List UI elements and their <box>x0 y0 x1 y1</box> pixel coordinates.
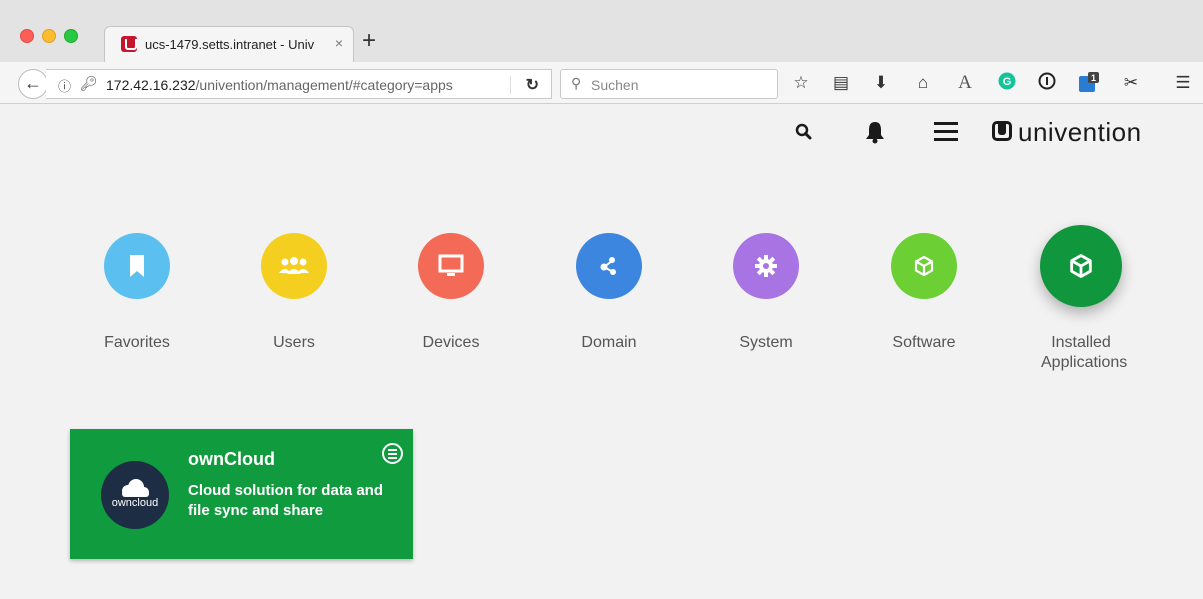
minimize-window-button[interactable] <box>42 29 56 43</box>
url-host: 172.42.16.232 <box>106 77 196 93</box>
univention-logo-mark-icon <box>992 121 1012 141</box>
grammarly-icon[interactable]: G <box>996 72 1018 96</box>
notifications-bell-icon[interactable] <box>864 120 886 144</box>
close-window-button[interactable] <box>20 29 34 43</box>
category-label: System <box>739 334 793 351</box>
maximize-window-button[interactable] <box>64 29 78 43</box>
category-label: Favorites <box>104 334 170 351</box>
reading-list-icon[interactable]: ▤ <box>830 72 852 94</box>
url-separator <box>510 76 511 94</box>
url-bar[interactable]: ⓘ 🔑︎ 172.42.16.232/univention/management… <box>46 69 552 99</box>
category-favorites[interactable]: Favorites <box>67 233 207 353</box>
cloud-icon <box>122 479 149 497</box>
category-label: Installed Applications <box>1041 334 1128 371</box>
app-name: ownCloud <box>188 449 275 469</box>
notification-extension-icon[interactable]: 1 <box>1078 72 1100 100</box>
category-system[interactable]: System <box>696 233 836 353</box>
logo-text: univention <box>1018 117 1142 147</box>
category-label: Devices <box>422 334 480 351</box>
category-label: Users <box>273 334 315 351</box>
app-tile-owncloud[interactable]: owncloud ownCloud Cloud solution for dat… <box>70 429 413 559</box>
browser-menu-icon[interactable]: ☰ <box>1172 72 1194 94</box>
univention-favicon-icon <box>121 36 137 52</box>
home-icon[interactable]: ⌂ <box>912 72 934 94</box>
browser-tab-bar: ucs-1479.setts.intranet - Univ × + <box>0 0 1203 62</box>
tab-title: ucs-1479.setts.intranet - Univ <box>145 37 315 52</box>
category-devices[interactable]: Devices <box>381 233 521 353</box>
users-icon[interactable] <box>261 233 327 299</box>
key-icon[interactable]: 🔑︎ <box>80 75 98 92</box>
new-tab-button[interactable]: + <box>362 27 376 55</box>
font-extension-icon[interactable]: A <box>954 72 976 94</box>
browser-tab[interactable]: ucs-1479.setts.intranet - Univ × <box>104 26 354 62</box>
category-software[interactable]: Software <box>854 233 994 353</box>
gear-icon[interactable] <box>733 233 799 299</box>
download-icon[interactable]: ⬇ <box>870 72 892 94</box>
back-button[interactable]: ← <box>18 69 48 99</box>
category-users[interactable]: Users <box>224 233 364 353</box>
owncloud-logo: owncloud <box>101 461 169 529</box>
bookmark-star-icon[interactable]: ☆ <box>790 72 812 94</box>
reload-icon[interactable]: ↻ <box>526 75 539 95</box>
category-label: Domain <box>581 334 637 351</box>
password-manager-icon[interactable] <box>1036 72 1058 96</box>
package-icon[interactable] <box>891 233 957 299</box>
url-path: /univention/management/#category=apps <box>195 77 453 93</box>
network-icon[interactable] <box>576 233 642 299</box>
search-placeholder: Suchen <box>591 77 639 93</box>
browser-search-input[interactable]: ⚲ Suchen <box>560 69 778 99</box>
main-menu-icon[interactable] <box>934 122 958 142</box>
app-description: Cloud solution for data and file sync an… <box>188 482 383 519</box>
svg-text:G: G <box>1003 76 1012 88</box>
search-icon[interactable] <box>794 122 814 142</box>
url-text[interactable]: 172.42.16.232/univention/management/#cat… <box>106 77 453 93</box>
site-info-icon[interactable]: ⓘ <box>58 76 71 95</box>
notification-badge: 1 <box>1091 73 1096 83</box>
bookmark-icon[interactable] <box>104 233 170 299</box>
search-icon: ⚲ <box>571 75 582 91</box>
owncloud-logo-text: owncloud <box>111 497 159 509</box>
screenshot-icon[interactable]: ✂ <box>1120 72 1142 94</box>
category-installed-applications[interactable]: Installed Applications <box>1011 225 1151 373</box>
app-context-menu-icon[interactable] <box>382 443 403 464</box>
tab-close-icon[interactable]: × <box>335 35 343 51</box>
browser-nav-bar: ← ⓘ 🔑︎ 172.42.16.232/univention/manageme… <box>0 62 1203 104</box>
monitor-icon[interactable] <box>418 233 484 299</box>
category-domain[interactable]: Domain <box>539 233 679 353</box>
package-icon[interactable] <box>1040 225 1122 307</box>
category-label: Software <box>892 334 956 351</box>
